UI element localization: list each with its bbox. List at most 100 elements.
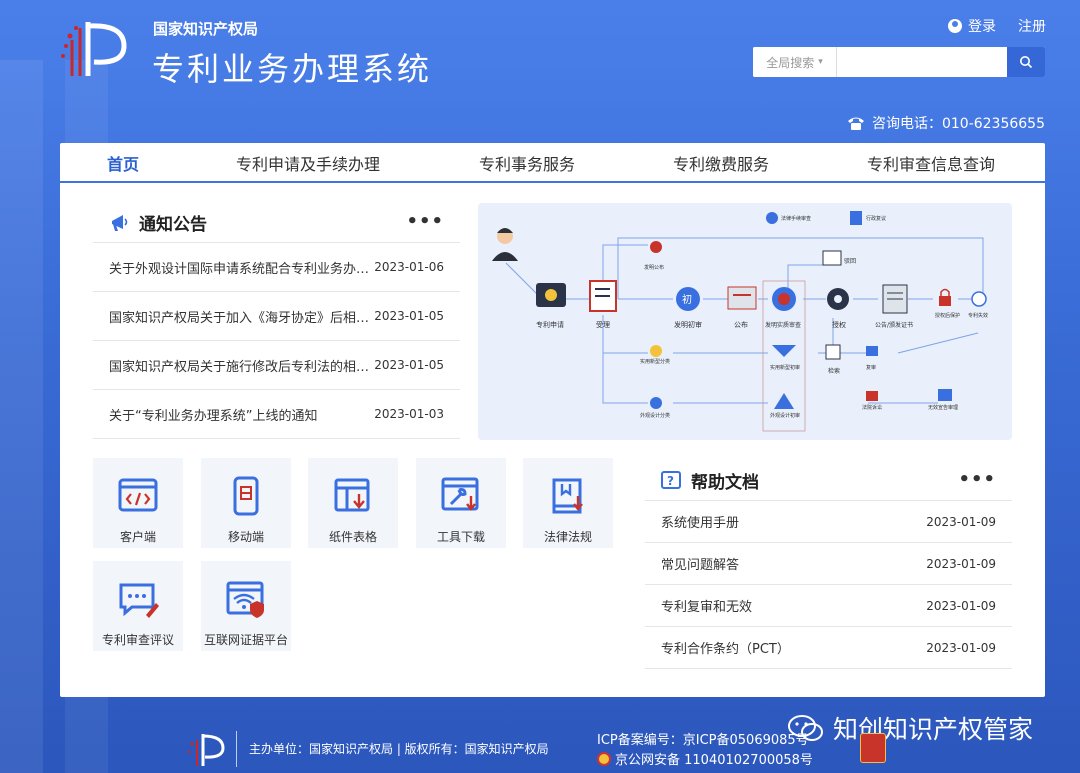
tile-mobile[interactable]: 移动端: [201, 458, 291, 548]
notice-item-text: 国家知识产权局关于施行修改后专利法的相关审查业务处理暂行办法: [109, 359, 374, 375]
node-admin-review: 行政复议: [866, 215, 886, 222]
wifi-shield-icon: [226, 581, 264, 618]
tile-label: 专利审查评议: [101, 633, 174, 647]
notice-item-date: 2023-01-06: [374, 260, 444, 274]
notice-item-date: 2023-01-03: [374, 407, 444, 421]
footer-host: 主办单位：国家知识产权局 | 版权所有：国家知识产权局: [249, 742, 549, 756]
node-expire: 专利失效: [968, 312, 988, 319]
node-classify-b: 实用新型分类: [640, 358, 670, 365]
tile-tool-download[interactable]: 工具下载: [416, 458, 506, 548]
node-publish: 公布: [734, 320, 748, 329]
notice-item-date: 2023-01-05: [374, 309, 444, 323]
tile-exam-review[interactable]: 专利审查评议: [93, 561, 183, 651]
footer-logo: [187, 734, 225, 766]
search-button[interactable]: [1007, 47, 1045, 77]
notice-header: 通知公告 •••: [93, 203, 460, 243]
node-retrieve: 检索: [828, 367, 840, 375]
lightbulb-icon: 初: [676, 287, 700, 311]
nav-exam-query[interactable]: 专利审查信息查询: [867, 151, 995, 175]
tile-client[interactable]: 客户端: [93, 458, 183, 548]
gear-icon: [827, 288, 849, 310]
classify-icon-a: [650, 241, 662, 253]
tile-paper-forms[interactable]: 纸件表格: [308, 458, 398, 548]
nav-application[interactable]: 专利申请及手续办理: [236, 151, 380, 175]
help-title: 帮助文档: [691, 473, 759, 493]
lock-icon: [939, 288, 951, 306]
notice-item-text: 关于外观设计国际申请系统配合专利业务办理系统上线的通知: [109, 261, 374, 277]
nav-affairs[interactable]: 专利事务服务: [479, 151, 575, 175]
help-item-date: 2023-01-09: [926, 514, 996, 529]
magnifier-doc-icon: [766, 212, 778, 224]
auth-links: 登录 注册: [948, 16, 1046, 36]
tile-label: 互联网证据平台: [203, 633, 288, 647]
help-item[interactable]: 专利合作条约（PCT） 2023-01-09: [645, 627, 1012, 669]
main-nav: 首页 专利申请及手续办理 专利事务服务 专利缴费服务 专利审查信息查询: [60, 143, 1045, 183]
help-item[interactable]: 系统使用手册 2023-01-09: [645, 501, 1012, 543]
user-icon: [948, 19, 962, 33]
help-item[interactable]: 专利复审和无效 2023-01-09: [645, 585, 1012, 627]
main-panel: 首页 专利申请及手续办理 专利事务服务 专利缴费服务 专利审查信息查询 通知公告…: [60, 143, 1045, 697]
tile-laws[interactable]: 法律法规: [523, 458, 613, 548]
nav-fees[interactable]: 专利缴费服务: [673, 151, 769, 175]
tile-label: 客户端: [119, 530, 156, 544]
patent-process-diagram: 专利申请 受理 初 发明初审 公布 发明实质审查 授权 公告/颁发证书 授权后保…: [478, 203, 1012, 440]
lawsuit-icon: [866, 391, 878, 401]
register-link[interactable]: 注册: [1018, 16, 1046, 36]
search-scope-select[interactable]: 全局搜索 ▾: [753, 47, 837, 77]
node-classify-c: 外观设计分类: [640, 412, 670, 419]
form-download-icon: [334, 478, 370, 512]
node-lawsuit: 法院诉讼: [862, 404, 882, 411]
login-label: 登录: [968, 19, 996, 35]
notice-item-text: 关于“专利业务办理系统”上线的通知: [109, 408, 318, 424]
org-name: 国家知识产权局: [153, 20, 259, 38]
notice-item[interactable]: 关于“专利业务办理系统”上线的通知 2023-01-03: [93, 390, 460, 439]
tile-label: 法律法规: [543, 530, 592, 544]
help-item[interactable]: 常见问题解答 2023-01-09: [645, 543, 1012, 585]
help-item-date: 2023-01-09: [926, 556, 996, 571]
notice-item[interactable]: 国家知识产权局关于施行修改后专利法的相关审查业务处理暂行办法 2023-01-0…: [93, 341, 460, 390]
node-reexam: 复审: [866, 364, 876, 371]
help-item-date: 2023-01-09: [926, 598, 996, 613]
footer-divider: [236, 731, 237, 767]
tool-download-icon: [441, 477, 479, 511]
footer-police-text: 京公网安备 11040102700058号: [615, 753, 813, 768]
code-window-icon: [118, 478, 158, 512]
node-accept: 受理: [596, 320, 610, 329]
hotline: 咨询电话：010-62356655: [846, 113, 1045, 133]
svg-text:?: ?: [667, 474, 674, 488]
help-more-button[interactable]: •••: [958, 469, 996, 490]
nav-home[interactable]: 首页: [107, 151, 139, 175]
tile-evidence-platform[interactable]: 互联网证据平台: [201, 561, 291, 651]
person-icon: [492, 228, 518, 261]
footer-icp[interactable]: ICP备案编号：京ICP备05069085号: [597, 729, 809, 748]
search-input[interactable]: [837, 47, 1007, 77]
search-scope-label: 全局搜索: [766, 55, 815, 70]
publish-icon: [727, 286, 757, 310]
notice-more-button[interactable]: •••: [406, 211, 444, 232]
notice-item[interactable]: 国家知识产权局关于加入《海牙协定》后相关业务处理的公告 2023-01-05: [93, 292, 460, 341]
system-title: 专利业务办理系统: [152, 50, 433, 88]
node-invent-substantive: 发明实质审查: [765, 321, 801, 329]
footer-police-record[interactable]: 京公网安备 11040102700058号: [597, 749, 813, 768]
notice-section: 通知公告 ••• 关于外观设计国际申请系统配合专利业务办理系统上线的通知 202…: [93, 203, 460, 439]
node-after-grant: 授权后保护: [935, 312, 960, 319]
wechat-watermark: 知创知识产权管家: [787, 710, 1033, 746]
footer: 主办单位：国家知识产权局 | 版权所有：国家知识产权局 ICP备案编号：京ICP…: [0, 700, 1080, 773]
help-item-text: 专利复审和无效: [661, 600, 753, 615]
node-reject: 驳回: [844, 257, 856, 265]
police-badge-icon: [597, 751, 611, 766]
node-preliminary-mark: 初: [682, 293, 692, 306]
tile-label: 工具下载: [436, 530, 485, 544]
invalid-icon: [938, 389, 952, 401]
login-link[interactable]: 登录: [948, 16, 996, 36]
gov-site-badge[interactable]: [860, 733, 886, 763]
accept-icon: [589, 280, 617, 312]
tile-label: 纸件表格: [328, 530, 377, 544]
help-doc-icon: ?: [661, 470, 681, 489]
node-classify-a: 发明公布: [644, 264, 664, 271]
help-item-date: 2023-01-09: [926, 640, 996, 655]
node-invalid: 无效宣告审理: [928, 404, 958, 411]
notice-item[interactable]: 关于外观设计国际申请系统配合专利业务办理系统上线的通知 2023-01-06: [93, 243, 460, 292]
mobile-icon: [233, 476, 259, 516]
node-announce-cert: 公告/颁发证书: [875, 321, 913, 329]
